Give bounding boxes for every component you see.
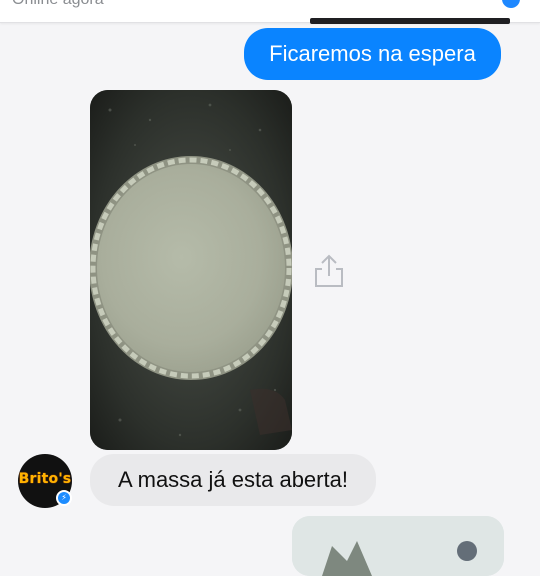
- incoming-message-text: A massa já esta aberta!: [118, 467, 348, 492]
- online-status: Online agora: [12, 0, 104, 9]
- outgoing-message-text: Ficaremos na espera: [269, 41, 476, 66]
- shared-photo-partial[interactable]: [292, 516, 504, 576]
- outgoing-message-bubble[interactable]: Ficaremos na espera: [244, 28, 501, 80]
- pizza-dough-image: [90, 90, 292, 450]
- partial-photo-image: [292, 516, 504, 576]
- sender-avatar[interactable]: Brito's ⚡: [18, 454, 72, 508]
- messenger-icon: ⚡: [58, 492, 70, 504]
- messenger-badge: ⚡: [56, 490, 72, 506]
- incoming-message-bubble[interactable]: A massa já esta aberta!: [90, 454, 376, 506]
- britos-logo: Brito's: [18, 471, 72, 487]
- share-icon[interactable]: [312, 252, 346, 290]
- header-cutoff-bar: [310, 18, 510, 24]
- shared-photo-pizza-dough[interactable]: [90, 90, 292, 450]
